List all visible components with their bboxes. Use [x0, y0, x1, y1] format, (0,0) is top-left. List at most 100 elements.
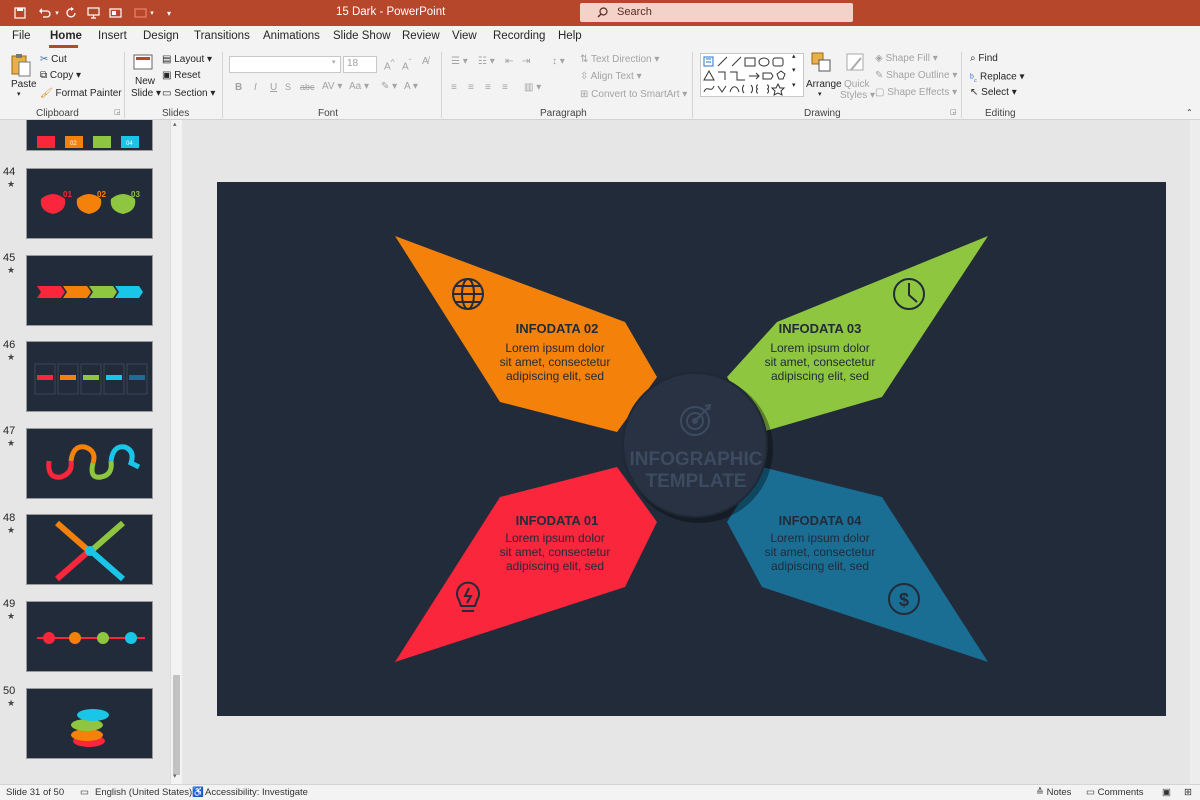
collapse-ribbon-icon[interactable]: ⌃ [1186, 108, 1193, 117]
format-painter-button[interactable]: 🖌 Format Painter [40, 88, 122, 99]
save-icon[interactable] [10, 4, 30, 22]
tab-view[interactable]: View [452, 30, 477, 42]
tab-design[interactable]: Design [143, 30, 179, 42]
strikethrough-button[interactable]: abc [300, 82, 315, 92]
tab-recording[interactable]: Recording [493, 30, 545, 42]
align-left-icon[interactable]: ≡ [451, 82, 457, 93]
clipboard-launcher-icon[interactable]: ◲ [114, 108, 121, 116]
shape-fill-button[interactable]: ◈ Shape Fill ▾ [875, 53, 938, 64]
font-color-icon[interactable]: A ▾ [404, 81, 418, 92]
numbering-icon[interactable]: ☷ ▾ [478, 56, 495, 67]
slideshow-icon[interactable] [106, 4, 124, 22]
arrange-button[interactable]: Arrange [806, 79, 842, 90]
increase-indent-icon[interactable]: ⇥ [522, 56, 530, 67]
undo-dropdown-icon[interactable]: ▾ [53, 4, 61, 22]
decrease-font-icon[interactable]: Aˇ [402, 57, 411, 72]
new-slide-label-2[interactable]: Slide ▾ [131, 88, 161, 99]
language-status[interactable]: English (United States) [95, 787, 192, 798]
highlight-icon[interactable]: ✎ ▾ [381, 81, 397, 92]
slide-thumbnail-47[interactable] [26, 428, 153, 499]
columns-icon[interactable]: ▥ ▾ [524, 82, 541, 93]
tab-insert[interactable]: Insert [98, 30, 127, 42]
character-spacing-icon[interactable]: AV ▾ [322, 81, 342, 92]
gallery-scroll-up-icon[interactable]: ▴ [792, 52, 796, 60]
align-center-icon[interactable]: ≡ [468, 82, 474, 93]
search-input[interactable]: Search [580, 3, 853, 22]
paste-dropdown-icon[interactable]: ▾ [17, 90, 21, 98]
quick-styles-label-1[interactable]: Quick [844, 79, 870, 90]
redo-icon[interactable] [62, 4, 80, 22]
comments-button[interactable]: ▭ Comments [1086, 787, 1144, 798]
italic-button[interactable]: I [254, 82, 257, 93]
normal-view-icon[interactable]: ▣ [1162, 787, 1171, 798]
shape-color-dropdown-icon[interactable]: ▾ [148, 4, 156, 22]
font-size-combo[interactable]: 18 [343, 56, 377, 73]
slide-thumbnail-45[interactable] [26, 255, 153, 326]
scroll-up-icon[interactable]: ▴ [173, 120, 177, 128]
tab-file[interactable]: File [12, 30, 31, 42]
tab-review[interactable]: Review [402, 30, 440, 42]
clear-format-icon[interactable]: A̸ [422, 56, 429, 67]
font-name-combo[interactable] [229, 56, 341, 73]
slide-sorter-icon[interactable]: ⊞ [1184, 787, 1192, 798]
paste-button[interactable]: Paste [11, 79, 37, 90]
copy-button[interactable]: ⧉ Copy ▾ [40, 70, 81, 81]
customize-qat-icon[interactable]: ▾ [164, 4, 174, 22]
present-icon[interactable] [84, 4, 102, 22]
scroll-down-icon[interactable]: ▾ [173, 772, 177, 780]
find-button[interactable]: ⌕ Find [970, 53, 998, 64]
accessibility-icon[interactable]: ♿ [192, 787, 204, 798]
replace-button[interactable]: ᵇ꜀ Replace ▾ [970, 70, 1025, 84]
thumbnail-scroll-thumb[interactable] [173, 675, 180, 775]
layout-button[interactable]: ▤ Layout ▾ [162, 54, 212, 65]
notes-button[interactable]: ≙ Notes [1036, 787, 1071, 798]
drawing-launcher-icon[interactable]: ◲ [950, 108, 957, 116]
shapes-gallery[interactable] [700, 53, 804, 97]
justify-icon[interactable]: ≡ [502, 82, 508, 93]
paste-icon[interactable] [10, 52, 34, 80]
tab-home[interactable]: Home [50, 30, 82, 42]
tab-transitions[interactable]: Transitions [194, 30, 250, 42]
spell-check-icon[interactable]: ▭ [80, 787, 89, 798]
slide-thumbnail-43[interactable]: 02 04 [26, 120, 153, 151]
align-right-icon[interactable]: ≡ [485, 82, 491, 93]
center-circle[interactable] [622, 372, 768, 518]
arrange-icon[interactable] [811, 52, 833, 77]
line-spacing-icon[interactable]: ↕ ▾ [552, 56, 565, 67]
decrease-indent-icon[interactable]: ⇤ [505, 56, 513, 67]
increase-font-icon[interactable]: A^ [384, 57, 395, 72]
new-slide-label-1[interactable]: New [135, 76, 155, 87]
change-case-button[interactable]: Aa ▾ [349, 81, 369, 92]
tab-animations[interactable]: Animations [263, 30, 320, 42]
arrange-dropdown-icon[interactable]: ▾ [818, 90, 822, 98]
reset-button[interactable]: ▣ Reset [162, 70, 200, 81]
select-button[interactable]: ↖ Select ▾ [970, 87, 1017, 98]
cut-button[interactable]: ✂ Cut [40, 54, 67, 65]
slide-thumbnail-50[interactable] [26, 688, 153, 759]
slide-thumbnail-46[interactable] [26, 341, 153, 412]
thumbnail-scrollbar[interactable]: ▴ ▾ [170, 120, 182, 784]
shape-color-icon[interactable] [131, 4, 149, 22]
shape-effects-button[interactable]: ▢ Shape Effects ▾ [875, 87, 957, 98]
text-direction-button[interactable]: ⇅ Text Direction ▾ [580, 54, 659, 65]
editor-scrollbar[interactable] [1190, 120, 1200, 784]
convert-smartart-button[interactable]: ⊞ Convert to SmartArt ▾ [580, 89, 687, 100]
slide-thumbnail-44[interactable]: 01 02 03 [26, 168, 153, 239]
shadow-text-icon[interactable]: S [285, 82, 291, 92]
gallery-scroll-down-icon[interactable]: ▾ [792, 66, 796, 74]
slide-counter[interactable]: Slide 31 of 50 [6, 787, 64, 798]
bullets-icon[interactable]: ☰ ▾ [451, 56, 468, 67]
gallery-more-icon[interactable]: ▾ [792, 81, 796, 89]
slide-thumbnail-49[interactable] [26, 601, 153, 672]
slide-thumbnail-48[interactable] [26, 514, 153, 585]
section-button[interactable]: ▭ Section ▾ [162, 88, 215, 99]
quick-styles-label-2[interactable]: Styles ▾ [840, 90, 875, 101]
font-name-dropdown-icon[interactable]: ▾ [332, 58, 336, 66]
accessibility-status[interactable]: Accessibility: Investigate [205, 787, 308, 798]
bold-button[interactable]: B [235, 82, 242, 93]
tab-help[interactable]: Help [558, 30, 582, 42]
new-slide-icon[interactable] [133, 53, 155, 76]
align-text-button[interactable]: ⇳ Align Text ▾ [580, 71, 642, 82]
current-slide[interactable]: INFOGRAPHIC TEMPLATE $ INFODATA 02 Lorem… [217, 182, 1166, 716]
quick-styles-icon[interactable] [845, 52, 867, 79]
